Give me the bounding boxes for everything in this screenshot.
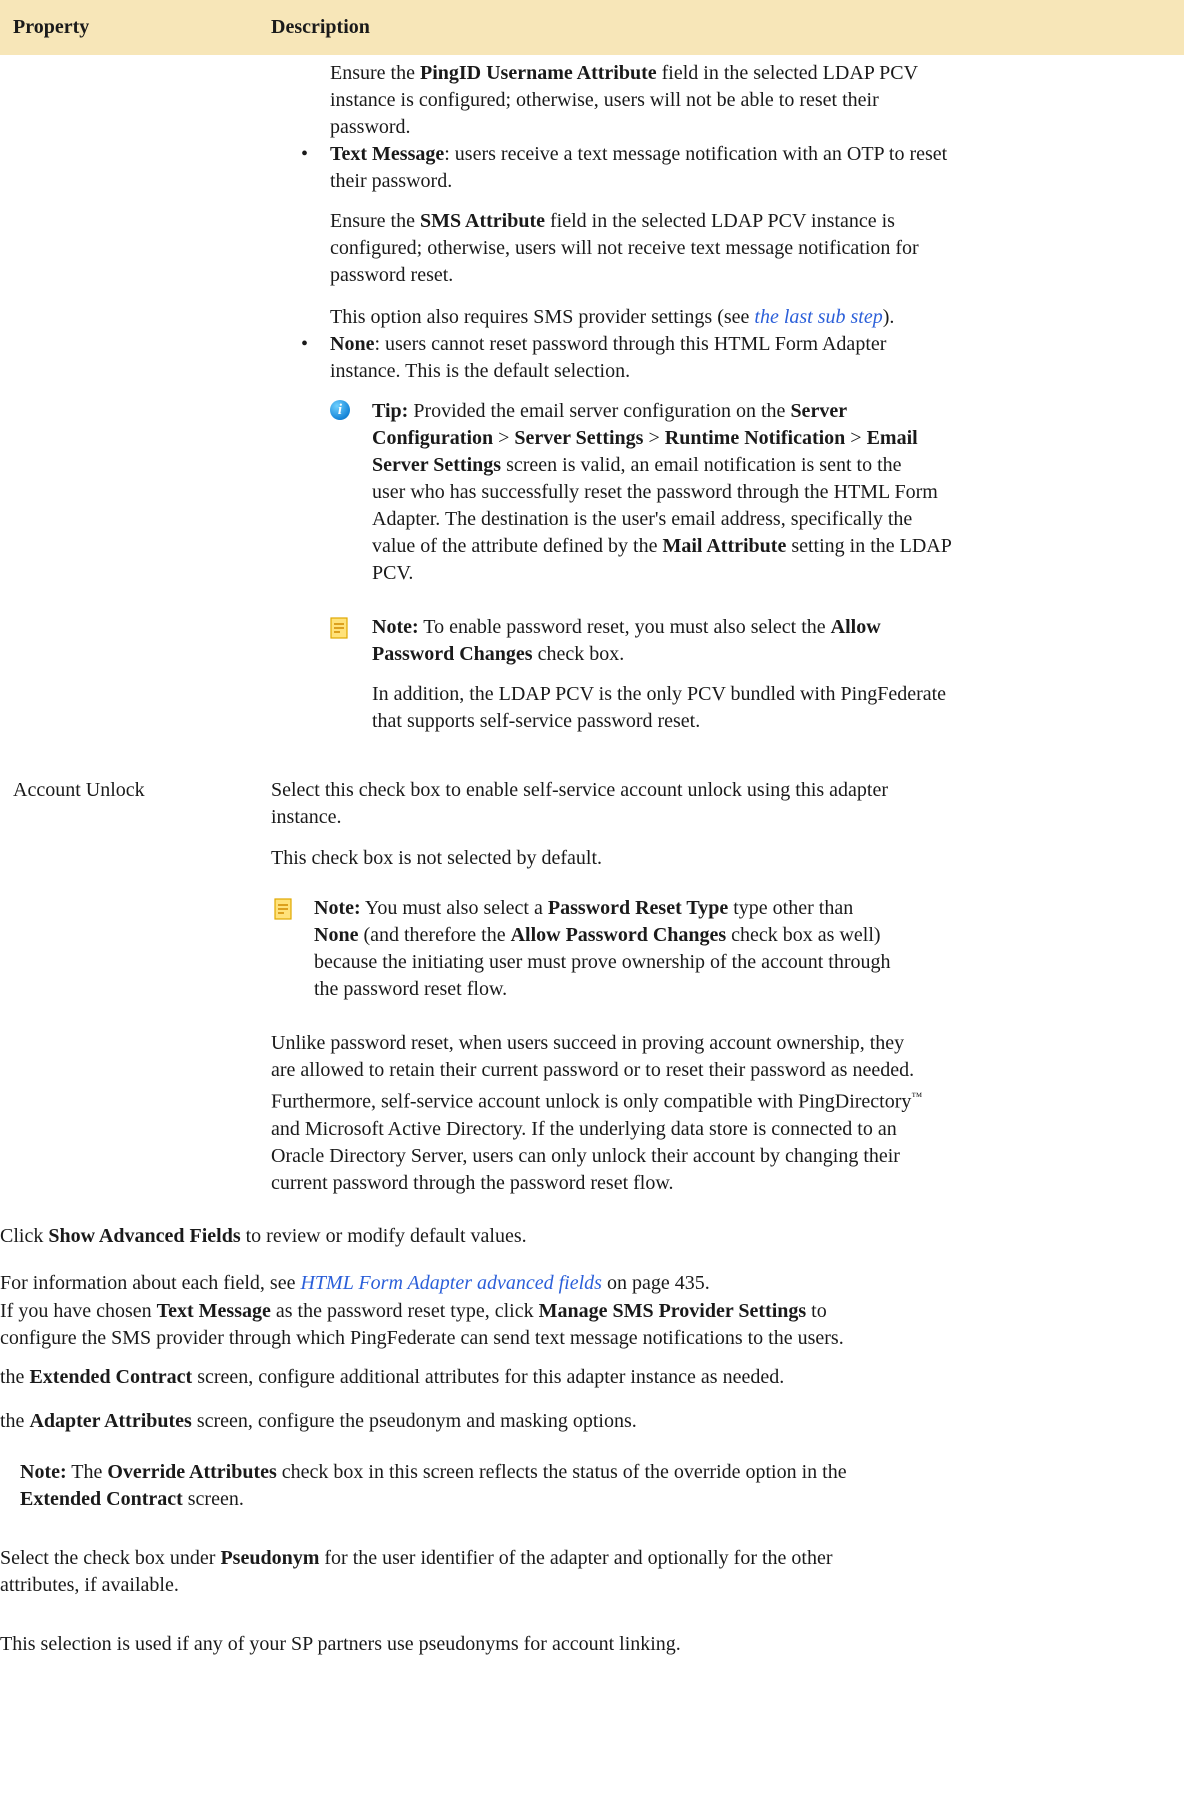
last-sub-step-link[interactable]: the last sub step: [754, 306, 882, 328]
property-account-unlock: Account Unlock: [13, 779, 145, 801]
note-icon: [330, 617, 348, 639]
note-icon: [274, 898, 292, 920]
header-description: Description: [271, 16, 370, 38]
step-sms-provider: If you have chosen Text Message as the p…: [0, 1300, 844, 1349]
step-account-linking: This selection is used if any of your SP…: [0, 1633, 681, 1655]
step-pseudonym: Select the check box under Pseudonym for…: [0, 1547, 833, 1596]
advanced-fields-link[interactable]: HTML Form Adapter advanced fields: [300, 1272, 601, 1294]
none-item: None: users cannot reset password throug…: [330, 333, 887, 382]
account-unlock-p2: This check box is not selected by defaul…: [271, 847, 603, 869]
bullet-icon: •: [301, 143, 309, 165]
account-unlock-p1: Select this check box to enable self-ser…: [271, 779, 889, 828]
note-password-reset-p2: In addition, the LDAP PCV is the only PC…: [372, 683, 947, 732]
bullet-icon: •: [301, 333, 309, 355]
sms-provider-paragraph: This option also requires SMS provider s…: [330, 306, 895, 328]
note-override-attributes: Note: The Override Attributes check box …: [20, 1461, 847, 1510]
step-advanced-fields: Click Show Advanced Fields to review or …: [0, 1225, 527, 1247]
table-header: Property Description: [0, 0, 1184, 55]
header-property: Property: [13, 16, 90, 38]
step-adapter-attributes: the Adapter Attributes screen, configure…: [0, 1410, 637, 1432]
step-info: For information about each field, see HT…: [0, 1272, 710, 1294]
text-message-item: Text Message: users receive a text messa…: [330, 143, 948, 192]
info-icon: i: [330, 400, 350, 420]
trademark-symbol: ™: [911, 1091, 923, 1103]
tip-block: Tip: Provided the email server configura…: [372, 400, 952, 584]
note-account-unlock: Note: You must also select a Password Re…: [314, 897, 891, 1000]
step-extended-contract: the Extended Contract screen, configure …: [0, 1366, 785, 1388]
sms-attribute-paragraph: Ensure the SMS Attribute field in the se…: [330, 210, 919, 286]
account-unlock-p3: Unlike password reset, when users succee…: [271, 1032, 923, 1194]
note-password-reset: Note: To enable password reset, you must…: [372, 616, 881, 665]
pingid-paragraph: Ensure the PingID Username Attribute fie…: [330, 62, 919, 138]
